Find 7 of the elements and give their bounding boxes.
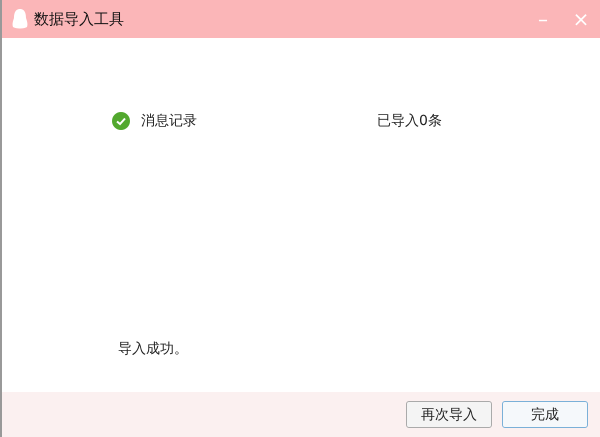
import-count: 已导入0条 — [377, 112, 442, 130]
window-title: 数据导入工具 — [34, 10, 124, 28]
finish-button[interactable]: 完成 — [502, 401, 588, 428]
reimport-button[interactable]: 再次导入 — [406, 401, 492, 428]
item-name: 消息记录 — [141, 112, 198, 130]
ghost-icon — [12, 8, 28, 30]
status-message: 导入成功。 — [118, 340, 188, 358]
